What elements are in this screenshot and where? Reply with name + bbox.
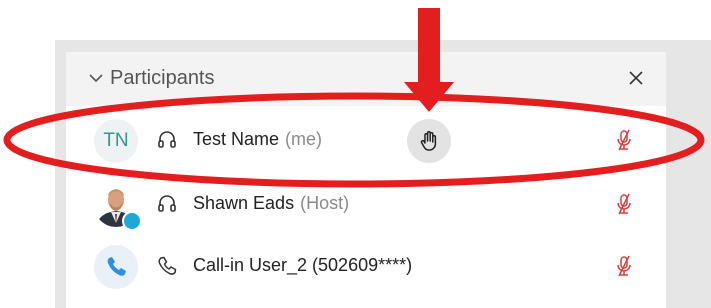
microphone-muted-icon[interactable] bbox=[614, 128, 634, 152]
participant-role: (me) bbox=[285, 129, 323, 149]
participant-role: (Host) bbox=[300, 193, 350, 213]
headset-icon bbox=[156, 193, 178, 215]
phone-avatar-icon bbox=[94, 245, 138, 289]
participant-name: Test Name (me) bbox=[193, 127, 322, 151]
phone-icon bbox=[156, 255, 178, 277]
microphone-muted-icon[interactable] bbox=[614, 254, 634, 278]
participant-name: Call-in User_2 (502609****) bbox=[193, 253, 412, 277]
participant-row[interactable]: Shawn Eads (Host) bbox=[66, 172, 666, 234]
panel-header: Participants bbox=[66, 52, 666, 106]
participants-panel: Participants TN Test Name (me) Shawn Ead… bbox=[66, 52, 666, 308]
headset-icon bbox=[156, 129, 178, 151]
screenshot-stage: Participants TN Test Name (me) Shawn Ead… bbox=[0, 0, 711, 308]
chevron-down-icon[interactable] bbox=[86, 68, 106, 88]
participant-name-text: Test Name bbox=[193, 129, 280, 149]
participant-row[interactable]: Call-in User_2 (502609****) bbox=[66, 234, 666, 296]
microphone-muted-icon[interactable] bbox=[614, 192, 634, 216]
participant-name: Shawn Eads (Host) bbox=[193, 191, 349, 215]
participant-row[interactable]: TN Test Name (me) bbox=[66, 108, 666, 170]
presence-status-icon bbox=[122, 211, 142, 231]
raise-hand-button[interactable] bbox=[407, 119, 451, 163]
participant-name-text: Shawn Eads bbox=[193, 193, 295, 213]
avatar bbox=[94, 183, 142, 231]
panel-title: Participants bbox=[110, 67, 215, 89]
avatar: TN bbox=[94, 119, 138, 163]
participant-name-text: Call-in User_2 (502609****) bbox=[193, 255, 413, 275]
raise-hand-icon bbox=[420, 131, 437, 151]
close-icon[interactable] bbox=[624, 66, 648, 90]
